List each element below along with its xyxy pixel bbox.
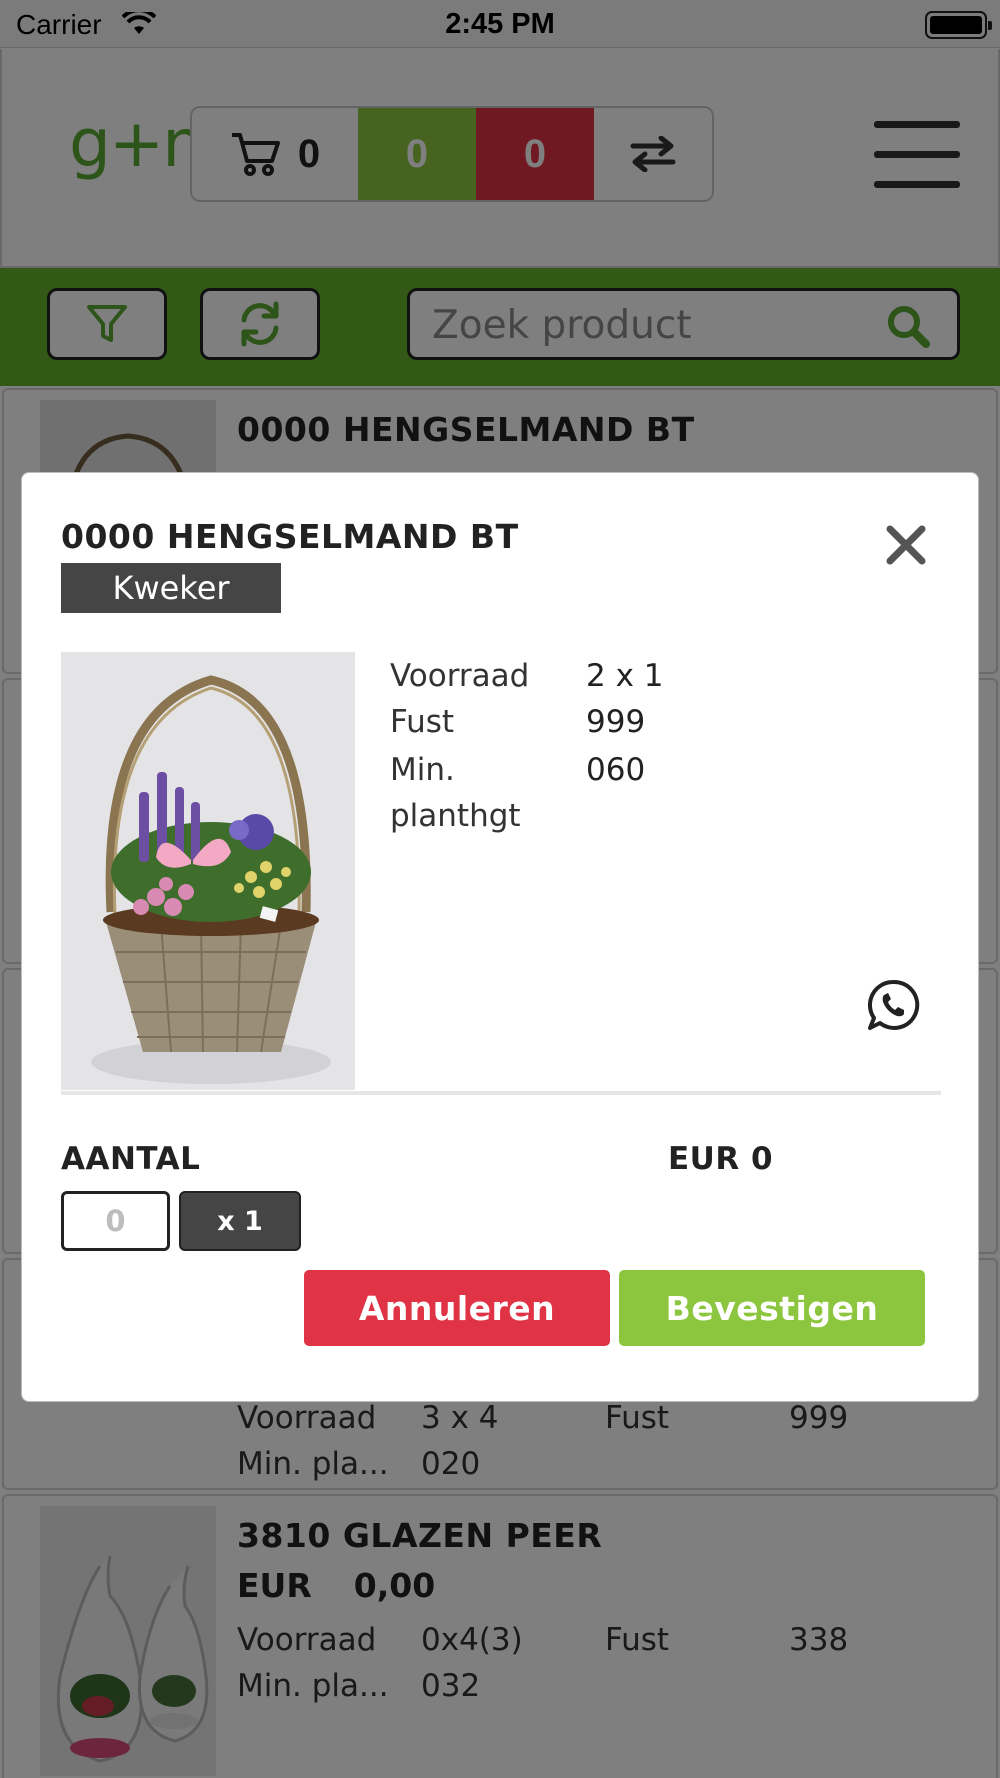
fust-label: Fust (390, 704, 455, 740)
min-value: 060 (586, 752, 646, 788)
whatsapp-icon[interactable] (865, 978, 921, 1034)
product-detail-modal: 0000 HENGSELMAND BT Kweker Voorraad 2 x … (21, 472, 979, 1402)
divider (61, 1091, 941, 1095)
grower-badge: Kweker (61, 563, 281, 613)
multiplier-button[interactable]: x 1 (179, 1191, 301, 1251)
min-label-line2: planthgt (390, 798, 521, 834)
product-image (61, 652, 355, 1090)
quantity-input[interactable] (61, 1191, 170, 1251)
voorraad-value: 2 x 1 (586, 658, 664, 694)
close-icon[interactable] (882, 521, 930, 569)
quantity-label: AANTAL (61, 1141, 201, 1177)
fust-value: 999 (586, 704, 646, 740)
cancel-button[interactable]: Annuleren (304, 1270, 610, 1346)
confirm-button[interactable]: Bevestigen (619, 1270, 925, 1346)
order-total: EUR 0 (668, 1141, 774, 1177)
modal-title: 0000 HENGSELMAND BT (61, 517, 519, 556)
min-label-line1: Min. (390, 752, 455, 788)
voorraad-label: Voorraad (390, 658, 530, 694)
